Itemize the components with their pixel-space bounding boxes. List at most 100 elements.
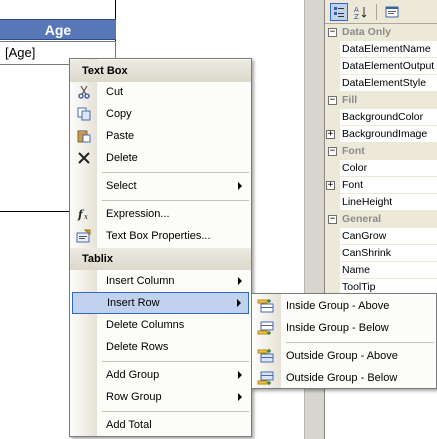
insert-row-menu-item[interactable]: Insert Row <box>72 292 249 314</box>
expand-icon[interactable]: + <box>326 180 335 190</box>
menu-separator <box>102 411 249 412</box>
property-name: DataElementName <box>342 43 431 55</box>
property-gutter: − <box>325 210 340 228</box>
property-row[interactable]: Color <box>325 159 437 177</box>
menu-separator <box>102 172 249 173</box>
svg-text:Z: Z <box>354 13 359 19</box>
tablix-section-label: Tablix <box>82 253 113 265</box>
delete-label: Delete <box>106 152 138 164</box>
property-row[interactable]: DataElementOutput <box>325 57 437 75</box>
property-gutter <box>325 57 340 75</box>
property-name: ToolTip <box>342 281 376 293</box>
delete-rows-menu-item[interactable]: Delete Rows <box>70 336 251 358</box>
property-row[interactable]: Name <box>325 261 437 279</box>
collapse-icon[interactable]: − <box>328 146 337 156</box>
delete-columns-label: Delete Columns <box>106 319 185 331</box>
property-gutter <box>325 108 340 126</box>
alphabetical-sort-icon[interactable]: AZ <box>352 3 370 21</box>
property-gutter <box>325 244 340 262</box>
property-category[interactable]: − Font <box>325 142 437 160</box>
inside-group-below-menu-item[interactable]: Inside Group - Below <box>252 317 436 339</box>
property-name: LineHeight <box>342 196 393 208</box>
function-fx-icon: fx <box>76 206 92 222</box>
property-gutter <box>325 261 340 279</box>
properties-toolbar: AZ <box>325 0 437 24</box>
select-menu-item[interactable]: Select <box>70 175 251 197</box>
textbox-properties-menu-item[interactable]: Text Box Properties... <box>70 225 251 247</box>
row-group-menu-item[interactable]: Row Group <box>70 386 251 408</box>
paste-menu-item[interactable]: Paste <box>70 125 251 147</box>
submenu-arrow-icon <box>238 371 242 379</box>
textbox-section-label: Text Box <box>82 65 128 77</box>
menu-separator <box>102 200 249 201</box>
select-label: Select <box>106 180 137 192</box>
svg-text:x: x <box>84 213 88 221</box>
property-gutter: − <box>325 91 340 109</box>
property-row[interactable]: + BackgroundImage <box>325 125 437 143</box>
property-name: Color <box>342 162 368 174</box>
delete-columns-menu-item[interactable]: Delete Columns <box>70 314 251 336</box>
collapse-icon[interactable]: − <box>328 214 337 224</box>
age-column-header[interactable]: Age <box>0 19 116 40</box>
submenu-arrow-icon <box>238 393 242 401</box>
property-name: CanShrink <box>342 247 392 259</box>
property-row[interactable]: DataElementStyle <box>325 74 437 92</box>
textbox-section-header: Text Box <box>70 60 251 82</box>
insert-column-label: Insert Column <box>106 275 175 287</box>
scissors-icon <box>76 84 92 100</box>
paste-icon <box>76 128 92 144</box>
property-pages-icon[interactable] <box>383 3 401 21</box>
property-name: General <box>342 213 382 225</box>
add-group-menu-item[interactable]: Add Group <box>70 364 251 386</box>
property-gutter <box>325 227 340 245</box>
cut-label: Cut <box>106 86 124 98</box>
property-category[interactable]: − Fill <box>325 91 437 109</box>
property-row[interactable]: CanShrink <box>325 244 437 262</box>
copy-label: Copy <box>106 108 132 120</box>
property-row[interactable]: BackgroundColor <box>325 108 437 126</box>
outside-group-above-label: Outside Group - Above <box>286 350 398 362</box>
property-row[interactable]: + Font <box>325 176 437 194</box>
property-name: BackgroundColor <box>342 111 424 123</box>
expand-icon[interactable]: + <box>326 129 335 139</box>
expression-menu-item[interactable]: fx Expression... <box>70 203 251 225</box>
submenu-arrow-icon <box>237 299 241 307</box>
collapse-icon[interactable]: − <box>328 95 337 105</box>
property-row[interactable]: LineHeight <box>325 193 437 211</box>
inside-group-above-menu-item[interactable]: Inside Group - Above <box>252 295 436 317</box>
insert-row-below-icon <box>257 320 275 336</box>
collapse-icon[interactable]: − <box>328 27 337 37</box>
copy-menu-item[interactable]: Copy <box>70 103 251 125</box>
property-name: Data Only <box>342 26 392 38</box>
toolbar-separator <box>376 3 377 20</box>
property-name: Name <box>342 264 371 276</box>
property-name: Font <box>342 179 364 191</box>
property-row[interactable]: DataElementName <box>325 40 437 58</box>
outside-group-above-menu-item[interactable]: Outside Group - Above <box>252 345 436 367</box>
property-row[interactable]: CanGrow <box>325 227 437 245</box>
row-group-label: Row Group <box>106 391 162 403</box>
property-name: Font <box>342 145 365 157</box>
property-name: BackgroundImage <box>342 128 428 140</box>
submenu-separator <box>286 342 434 343</box>
properties-icon <box>76 228 92 244</box>
property-category[interactable]: − General <box>325 210 437 228</box>
categorized-view-icon[interactable] <box>330 2 348 21</box>
delete-menu-item[interactable]: Delete <box>70 147 251 169</box>
property-gutter <box>325 193 340 211</box>
property-gutter <box>325 40 340 58</box>
property-name: Fill <box>342 94 358 106</box>
textbox-properties-label: Text Box Properties... <box>106 230 211 242</box>
property-category[interactable]: − Data Only <box>325 23 437 41</box>
delete-rows-label: Delete Rows <box>106 341 169 353</box>
outside-group-below-menu-item[interactable]: Outside Group - Below <box>252 367 436 389</box>
delete-x-icon <box>76 150 92 166</box>
add-total-menu-item[interactable]: Add Total <box>70 414 251 436</box>
property-name: DataElementOutput <box>342 60 435 72</box>
submenu-arrow-icon <box>238 182 242 190</box>
insert-column-menu-item[interactable]: Insert Column <box>70 270 251 292</box>
inside-group-below-label: Inside Group - Below <box>286 322 389 334</box>
property-gutter <box>325 159 340 177</box>
cut-menu-item[interactable]: Cut <box>70 81 251 103</box>
expression-label: Expression... <box>106 208 170 220</box>
